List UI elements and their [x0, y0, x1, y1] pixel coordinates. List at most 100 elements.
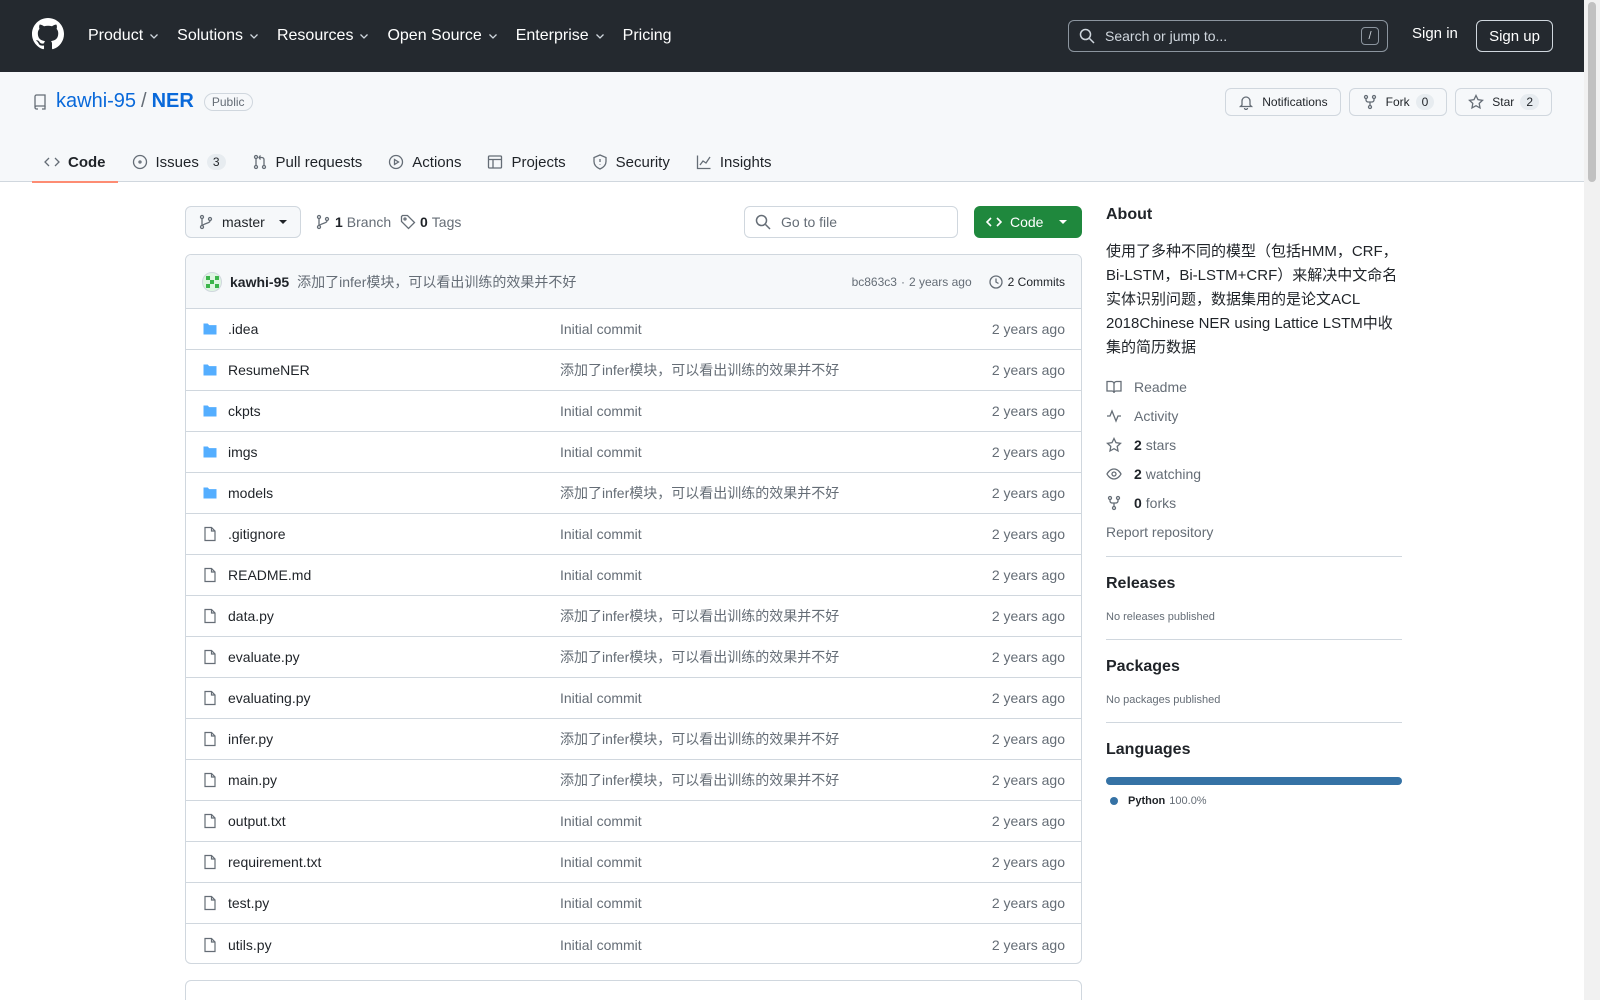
file-commit-message-link[interactable]: Initial commit [560, 403, 642, 419]
file-name-link[interactable]: evaluating.py [228, 690, 311, 706]
file-row[interactable]: evaluating.py Initial commit 2 years ago [186, 678, 1081, 719]
activity-link[interactable]: Activity [1106, 407, 1402, 424]
file-commit-message-link[interactable]: Initial commit [560, 321, 642, 337]
file-commit-message-link[interactable]: 添加了infer模块，可以看出训练的效果并不好 [560, 729, 839, 749]
file-commit-message-link[interactable]: 添加了infer模块，可以看出训练的效果并不好 [560, 606, 839, 626]
report-repository-link[interactable]: Report repository [1106, 523, 1402, 540]
about-description: 使用了多种不同的模型（包括HMM，CRF，Bi-LSTM，Bi-LSTM+CRF… [1106, 243, 1398, 356]
nav-item-pricing[interactable]: Pricing [623, 27, 672, 45]
code-button-label: Code [1010, 214, 1044, 230]
github-logo-icon[interactable] [32, 18, 64, 50]
scrollbar-thumb[interactable] [1588, 2, 1596, 182]
go-to-file-input[interactable]: Go to file [744, 206, 958, 238]
file-name-link[interactable]: .gitignore [228, 526, 286, 542]
tab-insights[interactable]: Insights [684, 142, 784, 182]
file-name-link[interactable]: requirement.txt [228, 854, 321, 870]
file-row[interactable]: .idea Initial commit 2 years ago [186, 309, 1081, 350]
file-name-link[interactable]: evaluate.py [228, 649, 300, 665]
file-row[interactable]: infer.py 添加了infer模块，可以看出训练的效果并不好 2 years a… [186, 719, 1081, 760]
file-name-link[interactable]: infer.py [228, 731, 273, 747]
issue-icon [132, 154, 147, 170]
file-commit-message-link[interactable]: 添加了infer模块，可以看出训练的效果并不好 [560, 770, 839, 790]
chevron-down-icon [488, 34, 497, 39]
file-row[interactable]: requirement.txt Initial commit 2 years ago [186, 842, 1081, 883]
readme-link[interactable]: Readme [1106, 378, 1402, 395]
file-commit-message-link[interactable]: Initial commit [560, 526, 642, 542]
file-name-link[interactable]: README.md [228, 567, 311, 583]
star-button[interactable]: Star 2 [1455, 88, 1552, 116]
file-commit-message-link[interactable]: 添加了infer模块，可以看出训练的效果并不好 [560, 647, 839, 667]
file-name-link[interactable]: .idea [228, 321, 258, 337]
tab-code[interactable]: Code [32, 142, 118, 183]
watchers-link[interactable]: 2 watching [1106, 465, 1402, 482]
file-commit-message-link[interactable]: 添加了infer模块，可以看出训练的效果并不好 [560, 483, 839, 503]
nav-item-product[interactable]: Product [88, 27, 159, 45]
file-commit-message-link[interactable]: Initial commit [560, 690, 642, 706]
branches-link[interactable]: 1 Branch [315, 206, 391, 238]
file-row[interactable]: evaluate.py 添加了infer模块，可以看出训练的效果并不好 2 year… [186, 637, 1081, 678]
tab-issues[interactable]: Issues 3 [120, 142, 238, 182]
stars-link[interactable]: 2 stars [1106, 436, 1402, 453]
file-name-link[interactable]: utils.py [228, 937, 272, 953]
nav-item-enterprise[interactable]: Enterprise [516, 27, 605, 45]
file-row[interactable]: ResumeNER 添加了infer模块，可以看出训练的效果并不好 2 years … [186, 350, 1081, 391]
nav-item-resources[interactable]: Resources [277, 27, 369, 45]
file-row[interactable]: main.py 添加了infer模块，可以看出训练的效果并不好 2 years ag… [186, 760, 1081, 801]
file-commit-message-link[interactable]: 添加了infer模块，可以看出训练的效果并不好 [560, 360, 839, 380]
file-row[interactable]: test.py Initial commit 2 years ago [186, 883, 1081, 924]
code-dropdown-button[interactable]: Code [974, 206, 1082, 238]
file-row[interactable]: models 添加了infer模块，可以看出训练的效果并不好 2 years ago [186, 473, 1081, 514]
fork-button[interactable]: Fork 0 [1348, 88, 1448, 116]
file-commit-message-link[interactable]: Initial commit [560, 854, 642, 870]
tags-link[interactable]: 0 Tags [400, 206, 461, 238]
notifications-button[interactable]: Notifications [1225, 88, 1341, 116]
file-name-link[interactable]: ResumeNER [228, 362, 310, 378]
sign-in-link[interactable]: Sign in [1412, 25, 1458, 42]
file-name-link[interactable]: imgs [228, 444, 258, 460]
file-row[interactable]: .gitignore Initial commit 2 years ago [186, 514, 1081, 555]
history-icon [989, 275, 1003, 289]
repo-name-link[interactable]: NER [152, 90, 194, 113]
file-name-link[interactable]: test.py [228, 895, 269, 911]
file-row[interactable]: ckpts Initial commit 2 years ago [186, 391, 1081, 432]
sign-up-button[interactable]: Sign up [1476, 20, 1553, 52]
file-name-link[interactable]: models [228, 485, 273, 501]
repo-owner-link[interactable]: kawhi-95 [56, 90, 136, 113]
file-row[interactable]: data.py 添加了infer模块，可以看出训练的效果并不好 2 years ag… [186, 596, 1081, 637]
file-name-link[interactable]: output.txt [228, 813, 286, 829]
chevron-down-icon [278, 220, 287, 224]
page-scrollbar[interactable] [1584, 0, 1600, 1000]
branch-selector[interactable]: master [185, 206, 301, 238]
tab-projects[interactable]: Projects [475, 142, 577, 182]
file-row[interactable]: imgs Initial commit 2 years ago [186, 432, 1081, 473]
file-row[interactable]: output.txt Initial commit 2 years ago [186, 801, 1081, 842]
file-commit-message-link[interactable]: Initial commit [560, 567, 642, 583]
global-search-input[interactable]: Search or jump to... / [1068, 20, 1388, 52]
commits-history-link[interactable]: 2 Commits [988, 274, 1065, 290]
tab-pull-requests[interactable]: Pull requests [240, 142, 375, 182]
tab-actions[interactable]: Actions [376, 142, 473, 182]
commit-message-link[interactable]: 添加了infer模块，可以看出训练的效果并不好 [297, 272, 576, 292]
file-name-link[interactable]: data.py [228, 608, 274, 624]
nav-item-open-source[interactable]: Open Source [387, 27, 497, 45]
file-commit-message-link[interactable]: Initial commit [560, 937, 642, 953]
commit-hash-link[interactable]: bc863c3 [852, 275, 897, 289]
forks-link[interactable]: 0 forks [1106, 494, 1402, 511]
file-commit-message-link[interactable]: Initial commit [560, 895, 642, 911]
nav-item-label: Open Source [387, 27, 482, 44]
file-list: .idea Initial commit 2 years ago ResumeNER 添… [186, 309, 1081, 963]
tab-security[interactable]: Security [580, 142, 682, 182]
file-commit-message-link[interactable]: Initial commit [560, 813, 642, 829]
avatar[interactable] [202, 271, 222, 292]
file-name-link[interactable]: main.py [228, 772, 277, 788]
releases-heading[interactable]: Releases [1106, 575, 1402, 593]
nav-item-solutions[interactable]: Solutions [177, 27, 259, 45]
file-row[interactable]: utils.py Initial commit 2 years ago [186, 924, 1081, 963]
packages-heading[interactable]: Packages [1106, 658, 1402, 676]
file-row[interactable]: README.md Initial commit 2 years ago [186, 555, 1081, 596]
file-icon [204, 813, 216, 829]
file-name-link[interactable]: ckpts [228, 403, 261, 419]
commit-author-link[interactable]: kawhi-95 [230, 274, 289, 290]
file-commit-message-link[interactable]: Initial commit [560, 444, 642, 460]
language-item-python[interactable]: Python 100.0% [1106, 795, 1402, 807]
